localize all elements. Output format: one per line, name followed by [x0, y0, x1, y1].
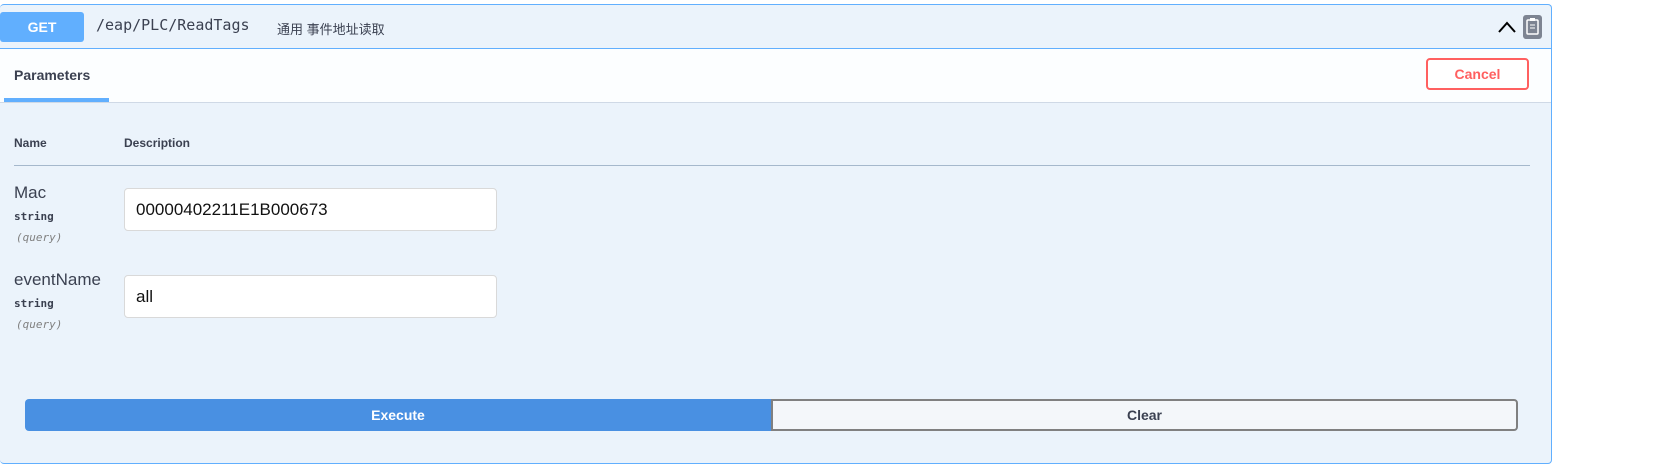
parameters-tab-header: Parameters Cancel — [0, 49, 1551, 103]
clear-button[interactable]: Clear — [771, 399, 1518, 431]
name-column-header: Name — [14, 136, 47, 150]
eventname-input[interactable] — [124, 275, 497, 318]
param-location: (query) — [16, 318, 63, 331]
param-location: (query) — [16, 231, 63, 244]
clipboard-copy-icon[interactable] — [1523, 15, 1542, 39]
tab-parameters[interactable]: Parameters — [14, 67, 90, 83]
operation-summary-text: 通用 事件地址读取 — [277, 22, 385, 37]
operation-summary[interactable]: GET /eap/PLC/ReadTags 通用 事件地址读取 — [0, 5, 1551, 49]
param-name: Mac — [14, 183, 47, 202]
description-column-header: Description — [124, 136, 191, 150]
operation-block: GET /eap/PLC/ReadTags 通用 事件地址读取 Paramete… — [0, 4, 1552, 464]
execute-button[interactable]: Execute — [25, 399, 771, 431]
cancel-button[interactable]: Cancel — [1426, 58, 1529, 90]
param-name: eventName — [14, 270, 101, 289]
operation-path: /eap/PLC/ReadTags — [96, 16, 250, 34]
table-header-divider — [14, 165, 1530, 166]
param-type: string — [14, 210, 54, 223]
method-badge: GET — [0, 12, 84, 42]
active-tab-indicator — [4, 98, 109, 102]
chevron-up-icon[interactable] — [1497, 18, 1517, 36]
param-type: string — [14, 297, 54, 310]
mac-input[interactable] — [124, 188, 497, 231]
